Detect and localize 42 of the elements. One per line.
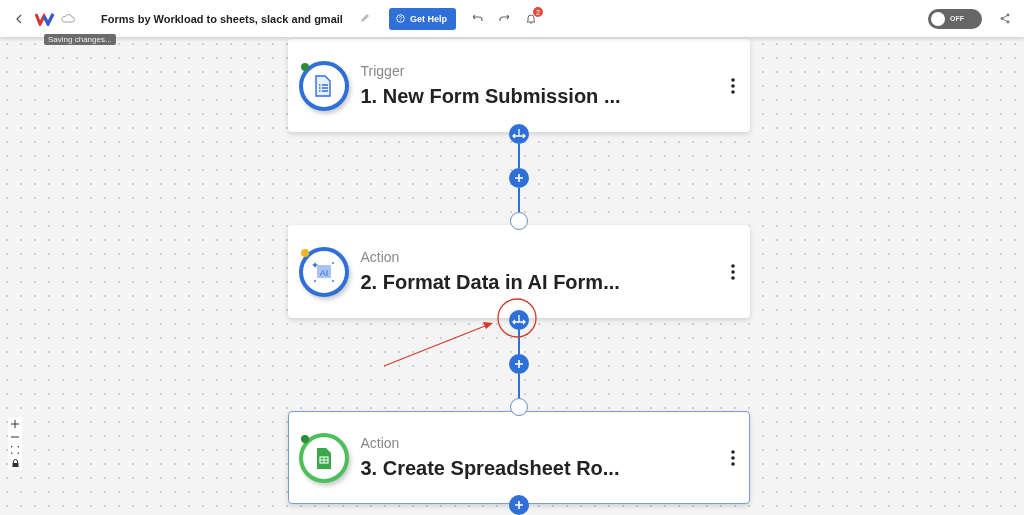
workflow-title: Forms by Workload to sheets, slack and gmail bbox=[101, 12, 343, 25]
undo-icon[interactable] bbox=[471, 14, 483, 23]
split-arrows-icon bbox=[511, 129, 526, 139]
get-help-button[interactable]: Get Help bbox=[388, 7, 456, 30]
ai-icon-text: AI bbox=[319, 267, 328, 277]
help-icon bbox=[395, 14, 405, 23]
step-card[interactable]: Trigger 1. New Form Submission ... bbox=[287, 39, 750, 132]
saving-tooltip: Saving changes... bbox=[44, 34, 116, 45]
connection-point[interactable] bbox=[509, 212, 528, 230]
sheet-step-icon bbox=[298, 432, 349, 483]
step-title: 1. New Form Submission ... bbox=[360, 85, 622, 108]
redo-icon[interactable] bbox=[498, 14, 510, 23]
add-step-button[interactable] bbox=[508, 354, 529, 374]
bell-icon[interactable] bbox=[525, 13, 536, 24]
annotation-circle bbox=[497, 298, 537, 338]
branch-handle[interactable] bbox=[508, 124, 529, 144]
step-type-label: Trigger bbox=[360, 63, 406, 79]
step-title: 3. Create Spreadsheet Ro... bbox=[360, 457, 621, 480]
more-options-icon[interactable] bbox=[730, 263, 735, 280]
cloud-icon bbox=[61, 14, 75, 23]
more-options-icon[interactable] bbox=[730, 77, 735, 94]
share-icon[interactable] bbox=[1000, 13, 1010, 24]
add-step-button[interactable] bbox=[508, 168, 529, 188]
back-icon[interactable] bbox=[16, 13, 22, 24]
connection-point[interactable] bbox=[509, 398, 528, 416]
step-card[interactable]: Action 3. Create Spreadsheet Ro... bbox=[287, 411, 750, 504]
logo-icon[interactable] bbox=[35, 11, 55, 26]
plus-icon bbox=[513, 500, 524, 510]
plus-icon bbox=[513, 173, 524, 183]
fit-view-icon[interactable] bbox=[11, 446, 19, 454]
split-arrows-icon bbox=[511, 315, 526, 325]
zoom-in-icon[interactable] bbox=[11, 420, 19, 428]
lock-icon[interactable] bbox=[11, 459, 19, 467]
step-card[interactable]: AI Action 2. Format Data in AI Form... bbox=[287, 225, 750, 318]
zoom-out-icon[interactable] bbox=[11, 433, 19, 441]
step-type-label: Action bbox=[360, 249, 401, 265]
branch-handle[interactable] bbox=[508, 310, 529, 330]
step-title: 2. Format Data in AI Form... bbox=[360, 271, 621, 294]
form-step-icon bbox=[298, 60, 349, 111]
plus-icon bbox=[513, 359, 524, 369]
step-type-label: Action bbox=[360, 435, 401, 451]
more-options-icon[interactable] bbox=[730, 449, 735, 466]
